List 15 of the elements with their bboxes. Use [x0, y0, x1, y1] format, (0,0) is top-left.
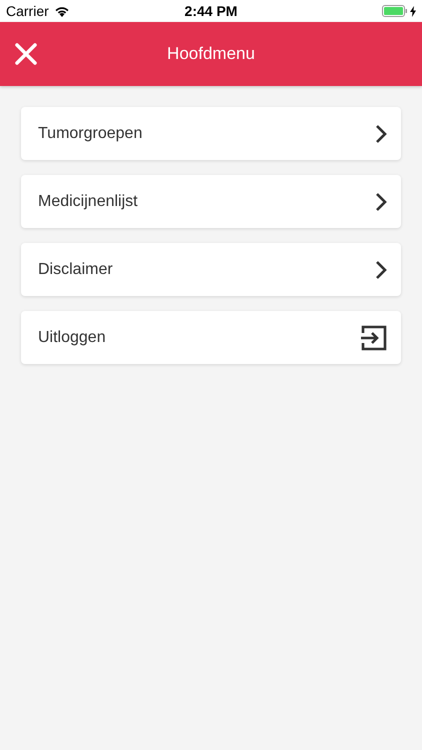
menu-item[interactable]: Tumorgroepen — [21, 107, 401, 160]
menu-item[interactable]: Disclaimer — [21, 243, 401, 296]
chevron-right-icon — [375, 192, 387, 212]
chevron-right-icon — [375, 124, 387, 144]
charging-icon — [410, 6, 416, 16]
chevron-right-icon — [375, 260, 387, 280]
close-button[interactable] — [14, 42, 38, 66]
battery-icon — [382, 5, 408, 17]
menu-item[interactable]: Uitloggen — [21, 311, 401, 364]
menu-item[interactable]: Medicijnenlijst — [21, 175, 401, 228]
header-title: Hoofdmenu — [167, 44, 255, 64]
clock-time: 2:44 PM — [184, 3, 238, 19]
carrier-text: Carrier — [6, 3, 49, 19]
wifi-icon — [54, 5, 70, 17]
login-arrow-icon — [361, 324, 387, 350]
